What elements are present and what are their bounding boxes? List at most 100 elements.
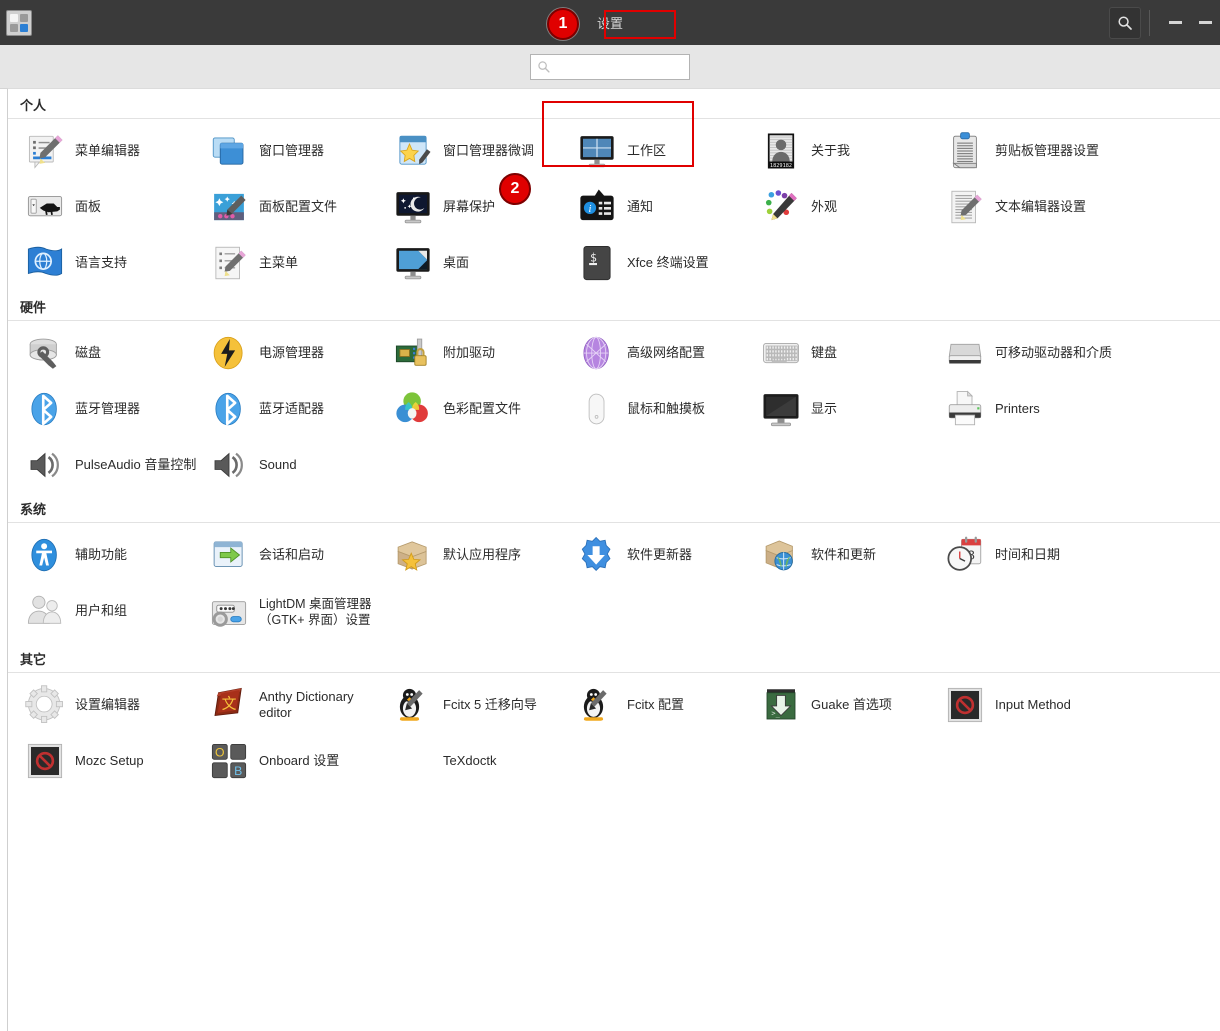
settings-item[interactable]: 1829182 关于我 bbox=[758, 123, 942, 179]
settings-item[interactable]: 屏幕保护 bbox=[390, 179, 574, 235]
settings-item[interactable]: 用户和组 bbox=[22, 583, 206, 639]
menu-editor-icon bbox=[22, 128, 68, 174]
settings-item[interactable]: O B Onboard 设置 bbox=[206, 733, 390, 789]
minimize-icon[interactable] bbox=[1160, 0, 1190, 45]
display-icon bbox=[758, 386, 804, 432]
settings-item-label: TeXdoctk bbox=[443, 752, 497, 768]
settings-item[interactable]: 主菜单 bbox=[206, 235, 390, 291]
disks-icon bbox=[22, 330, 68, 376]
settings-item[interactable]: Input Method bbox=[942, 677, 1126, 733]
settings-group: 系统辅助功能 会话和启动 默认应用程序 软件更新器 软件和更新 8 时间和日期用户和组 Lig… bbox=[8, 493, 1220, 643]
settings-item-label: Onboard 设置 bbox=[259, 752, 340, 768]
window-manager-icon bbox=[206, 128, 252, 174]
settings-item[interactable]: 8 时间和日期 bbox=[942, 527, 1126, 583]
search-input[interactable] bbox=[556, 58, 715, 75]
settings-item[interactable]: i 通知 bbox=[574, 179, 758, 235]
settings-content: 个人 菜单编辑器 窗口管理器 窗口管理器微调 工作区 1829182 关于我 剪贴板管理器设置… bbox=[7, 88, 1220, 1031]
settings-item[interactable]: 蓝牙适配器 bbox=[206, 381, 390, 437]
settings-item-label: Guake 首选项 bbox=[811, 696, 892, 712]
settings-item[interactable]: Mozc Setup bbox=[22, 733, 206, 789]
settings-item-label: 语言支持 bbox=[75, 254, 128, 270]
settings-item[interactable]: 面板配置文件 bbox=[206, 179, 390, 235]
svg-text:i: i bbox=[589, 204, 592, 215]
annotation-badge-1: 1 bbox=[547, 8, 579, 40]
settings-item[interactable]: 显示 bbox=[758, 381, 942, 437]
settings-item[interactable]: 软件更新器 bbox=[574, 527, 758, 583]
search-icon[interactable] bbox=[1109, 6, 1141, 39]
clipboard-manager-icon bbox=[942, 128, 988, 174]
settings-item-label: 磁盘 bbox=[75, 344, 102, 360]
settings-item-label: Input Method bbox=[995, 696, 1071, 712]
settings-item[interactable]: $ Xfce 终端设置 bbox=[574, 235, 758, 291]
settings-item[interactable]: Printers bbox=[942, 381, 1126, 437]
settings-item[interactable]: 默认应用程序 bbox=[390, 527, 574, 583]
lightdm-settings-icon bbox=[206, 590, 252, 636]
settings-item-label: Sound bbox=[259, 456, 297, 472]
settings-item[interactable]: 剪贴板管理器设置 bbox=[942, 123, 1126, 179]
screensaver-icon bbox=[390, 184, 436, 230]
settings-item-label: 高级网络配置 bbox=[627, 344, 706, 360]
settings-item[interactable]: 语言支持 bbox=[22, 235, 206, 291]
maximize-icon[interactable] bbox=[1190, 0, 1220, 45]
settings-item[interactable]: Fcitx 5 迁移向导 bbox=[390, 677, 574, 733]
anthy-dictionary-icon: 文 bbox=[206, 682, 252, 728]
settings-item[interactable]: 鼠标和触摸板 bbox=[574, 381, 758, 437]
settings-item[interactable]: 文本编辑器设置 bbox=[942, 179, 1126, 235]
settings-item[interactable]: 文 Anthy Dictionary editor bbox=[206, 677, 390, 733]
settings-item[interactable]: PulseAudio 音量控制 bbox=[22, 437, 206, 493]
settings-item-label: 窗口管理器微调 bbox=[443, 142, 535, 158]
group-divider bbox=[8, 320, 1220, 321]
settings-item[interactable]: 磁盘 bbox=[22, 325, 206, 381]
settings-item[interactable]: 电源管理器 bbox=[206, 325, 390, 381]
network-config-icon bbox=[574, 330, 620, 376]
session-startup-icon bbox=[206, 532, 252, 578]
window-manager-tweaks-icon bbox=[390, 128, 436, 174]
accessibility-icon bbox=[22, 532, 68, 578]
settings-item[interactable]: >_ Guake 首选项 bbox=[758, 677, 942, 733]
settings-item-label: 窗口管理器 bbox=[259, 142, 325, 158]
settings-item[interactable]: 面板 bbox=[22, 179, 206, 235]
settings-item[interactable]: 桌面 bbox=[390, 235, 574, 291]
color-profiles-icon bbox=[390, 386, 436, 432]
software-updater-icon bbox=[574, 532, 620, 578]
keyboard-icon bbox=[758, 330, 804, 376]
settings-item[interactable]: TeXdoctk bbox=[390, 733, 574, 789]
settings-item-label: 面板 bbox=[75, 198, 102, 214]
search-box[interactable] bbox=[530, 53, 715, 80]
settings-item-label: 设置编辑器 bbox=[75, 696, 141, 712]
default-applications-icon bbox=[390, 532, 436, 578]
svg-text:>_: >_ bbox=[771, 710, 780, 718]
mozc-setup-icon bbox=[22, 738, 68, 784]
settings-item[interactable]: 高级网络配置 bbox=[574, 325, 758, 381]
text-editor-icon bbox=[942, 184, 988, 230]
settings-item-label: 屏幕保护 bbox=[443, 198, 496, 214]
titlebar-separator bbox=[1149, 9, 1150, 36]
settings-item-label: 辅助功能 bbox=[75, 546, 128, 562]
power-manager-icon bbox=[206, 330, 252, 376]
settings-item[interactable]: Sound bbox=[206, 437, 390, 493]
about-me-icon: 1829182 bbox=[758, 128, 804, 174]
settings-item[interactable]: Fcitx 配置 bbox=[574, 677, 758, 733]
panel-icon bbox=[22, 184, 68, 230]
settings-item[interactable]: 键盘 bbox=[758, 325, 942, 381]
group-title: 硬件 bbox=[20, 300, 47, 315]
settings-item[interactable]: 外观 bbox=[758, 179, 942, 235]
main-menu-icon bbox=[206, 240, 252, 286]
settings-item[interactable]: 菜单编辑器 bbox=[22, 123, 206, 179]
settings-item[interactable]: 会话和启动 bbox=[206, 527, 390, 583]
settings-item-label: 菜单编辑器 bbox=[75, 142, 141, 158]
settings-item[interactable]: 可移动驱动器和介质 bbox=[942, 325, 1126, 381]
settings-item[interactable]: 辅助功能 bbox=[22, 527, 206, 583]
language-support-icon bbox=[22, 240, 68, 286]
settings-item[interactable]: 蓝牙管理器 bbox=[22, 381, 206, 437]
settings-item[interactable]: LightDM 桌面管理器 （GTK+ 界面）设置 bbox=[206, 583, 390, 643]
settings-item[interactable]: 窗口管理器 bbox=[206, 123, 390, 179]
settings-item[interactable]: 附加驱动 bbox=[390, 325, 574, 381]
settings-item[interactable]: 色彩配置文件 bbox=[390, 381, 574, 437]
annotation-highlight-title bbox=[604, 10, 676, 39]
settings-item[interactable]: 设置编辑器 bbox=[22, 677, 206, 733]
printers-icon bbox=[942, 386, 988, 432]
removable-drives-icon bbox=[942, 330, 988, 376]
settings-item[interactable]: 软件和更新 bbox=[758, 527, 942, 583]
texdoctk-icon bbox=[390, 738, 436, 784]
